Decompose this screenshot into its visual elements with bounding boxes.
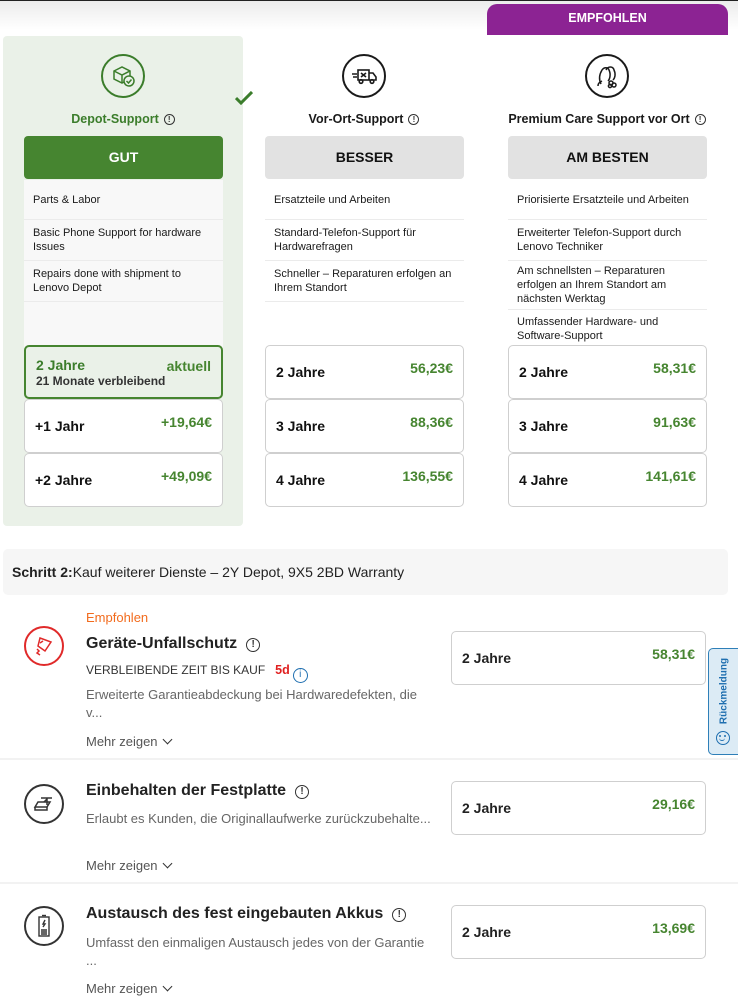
- tier-title: Premium Care Support vor Ort!: [487, 112, 727, 126]
- show-more-link[interactable]: Mehr zeigen: [86, 734, 172, 749]
- duration-option[interactable]: +2 Jahre +49,09€: [24, 453, 223, 507]
- people-support-icon: [585, 54, 629, 98]
- current-status: aktuell: [166, 358, 211, 374]
- duration-option[interactable]: 4 Jahre 141,61€: [508, 453, 707, 507]
- info-icon[interactable]: !: [163, 114, 175, 125]
- service-description: Umfasst den einmaligen Austausch jedes v…: [86, 935, 425, 968]
- feature-item: Am schnellsten – Reparaturen erfolgen an…: [508, 261, 707, 310]
- feature-item: Basic Phone Support for hardware Issues: [24, 220, 223, 261]
- feedback-label: Rückmeldung: [718, 657, 729, 725]
- service-title: Einbehalten der Festplatte!: [86, 782, 310, 800]
- tier-level-button[interactable]: GUT: [24, 136, 223, 179]
- option-label: 2 Jahre: [36, 356, 86, 373]
- service-duration-option[interactable]: 2 Jahre 29,16€: [451, 781, 706, 835]
- duration-option[interactable]: +1 Jahr +19,64€: [24, 399, 223, 453]
- option-price: 141,61€: [645, 468, 696, 484]
- service-duration-option[interactable]: 2 Jahre 13,69€: [451, 905, 706, 959]
- option-label: 4 Jahre: [276, 472, 326, 488]
- info-icon[interactable]: !: [295, 785, 310, 799]
- option-price: 13,69€: [652, 920, 695, 936]
- info-icon[interactable]: !: [392, 908, 407, 922]
- truck-icon: [342, 54, 386, 98]
- info-icon[interactable]: !: [694, 114, 706, 125]
- option-price: 88,36€: [410, 414, 453, 430]
- show-more-link[interactable]: Mehr zeigen: [86, 858, 172, 873]
- smiley-icon: [716, 731, 730, 745]
- tier-title: Vor-Ort-Support!: [244, 112, 484, 126]
- option-label: 3 Jahre: [519, 418, 569, 434]
- info-icon[interactable]: !: [408, 114, 420, 125]
- option-price: +49,09€: [161, 468, 212, 484]
- hard-drive-icon: [24, 784, 64, 824]
- info-blue-icon[interactable]: i: [292, 668, 308, 683]
- chevron-down-icon: [162, 981, 172, 992]
- service-description: Erweiterte Garantieabdeckung bei Hardwar…: [86, 687, 417, 720]
- recommended-tab: EMPFOHLEN: [487, 4, 728, 35]
- step-2-header: Schritt 2:Kauf weiterer Dienste – 2Y Dep…: [3, 549, 728, 595]
- option-price: 58,31€: [653, 360, 696, 376]
- feature-item: Priorisierte Ersatzteile und Arbeiten: [508, 180, 707, 220]
- feature-list: Priorisierte Ersatzteile und Arbeiten Er…: [508, 180, 707, 354]
- box-check-icon: [101, 54, 145, 98]
- show-more-link[interactable]: Mehr zeigen: [86, 981, 172, 996]
- service-title: Austausch des fest eingebauten Akkus!: [86, 905, 407, 923]
- service-description: Erlaubt es Kunden, die Originallaufwerke…: [86, 811, 431, 826]
- duration-option[interactable]: 4 Jahre 136,55€: [265, 453, 464, 507]
- chevron-down-icon: [162, 858, 172, 869]
- current-plan-option[interactable]: 2 Jahre 21 Monate verbleibend aktuell: [24, 345, 223, 399]
- battery-icon: [24, 906, 64, 946]
- option-price: 91,63€: [653, 414, 696, 430]
- info-icon[interactable]: !: [246, 638, 261, 652]
- duration-option[interactable]: 2 Jahre 58,31€: [508, 345, 707, 399]
- option-price: 56,23€: [410, 360, 453, 376]
- service-title: Geräte-Unfallschutz!: [86, 635, 261, 653]
- feedback-tab[interactable]: Rückmeldung: [708, 648, 738, 755]
- duration-option[interactable]: 3 Jahre 91,63€: [508, 399, 707, 453]
- broken-device-icon: [24, 626, 64, 666]
- feature-item: [24, 302, 223, 346]
- service-duration-option[interactable]: 2 Jahre 58,31€: [451, 631, 706, 685]
- chevron-down-icon: [162, 734, 172, 745]
- feature-item: Erweiterter Telefon-Support durch Lenovo…: [508, 220, 707, 261]
- duration-option[interactable]: 2 Jahre 56,23€: [265, 345, 464, 399]
- option-label: 2 Jahre: [462, 800, 512, 816]
- option-price: +19,64€: [161, 414, 212, 430]
- feature-list: Ersatzteile und Arbeiten Standard-Telefo…: [265, 180, 464, 302]
- option-label: 2 Jahre: [519, 364, 569, 380]
- feature-item: Standard-Telefon-Support für Hardwarefra…: [265, 220, 464, 261]
- option-label: +1 Jahr: [35, 418, 85, 434]
- deadline-days: 5d: [275, 663, 290, 677]
- tier-title: Depot-Support!: [3, 112, 243, 126]
- feature-item: Parts & Labor: [24, 180, 223, 220]
- option-label: 2 Jahre: [462, 650, 512, 666]
- feature-item: Repairs done with shipment to Lenovo Dep…: [24, 261, 223, 302]
- remaining-months: 21 Monate verbleibend: [36, 373, 166, 388]
- duration-option[interactable]: 3 Jahre 88,36€: [265, 399, 464, 453]
- tier-premium-care[interactable]: Premium Care Support vor Ort! AM BESTEN …: [487, 36, 727, 526]
- option-label: 2 Jahre: [276, 364, 326, 380]
- purchase-deadline: VERBLEIBENDE ZEIT BIS KAUF 5d i: [86, 663, 308, 683]
- option-label: +2 Jahre: [35, 472, 93, 488]
- feature-item: Schneller – Reparaturen erfolgen an Ihre…: [265, 261, 464, 302]
- service-keep-drive: Einbehalten der Festplatte! Erlaubt es K…: [0, 762, 738, 884]
- feature-item: Ersatzteile und Arbeiten: [265, 180, 464, 220]
- option-price: 29,16€: [652, 796, 695, 812]
- feature-list: Parts & Labor Basic Phone Support for ha…: [24, 180, 223, 348]
- service-accidental-damage: Empfohlen Geräte-Unfallschutz! VERBLEIBE…: [0, 600, 738, 760]
- recommended-tag: Empfohlen: [86, 610, 149, 625]
- tier-depot-support[interactable]: Depot-Support! GUT Parts & Labor Basic P…: [3, 36, 253, 526]
- option-label: 3 Jahre: [276, 418, 326, 434]
- option-price: 136,55€: [402, 468, 453, 484]
- service-battery-replacement: Austausch des fest eingebauten Akkus! Um…: [0, 886, 738, 1007]
- tier-level-button[interactable]: BESSER: [265, 136, 464, 179]
- option-price: 58,31€: [652, 646, 695, 662]
- option-label: 2 Jahre: [462, 924, 512, 940]
- tier-level-button[interactable]: AM BESTEN: [508, 136, 707, 179]
- option-label: 4 Jahre: [519, 472, 569, 488]
- tier-vor-ort-support[interactable]: Vor-Ort-Support! BESSER Ersatzteile und …: [244, 36, 484, 526]
